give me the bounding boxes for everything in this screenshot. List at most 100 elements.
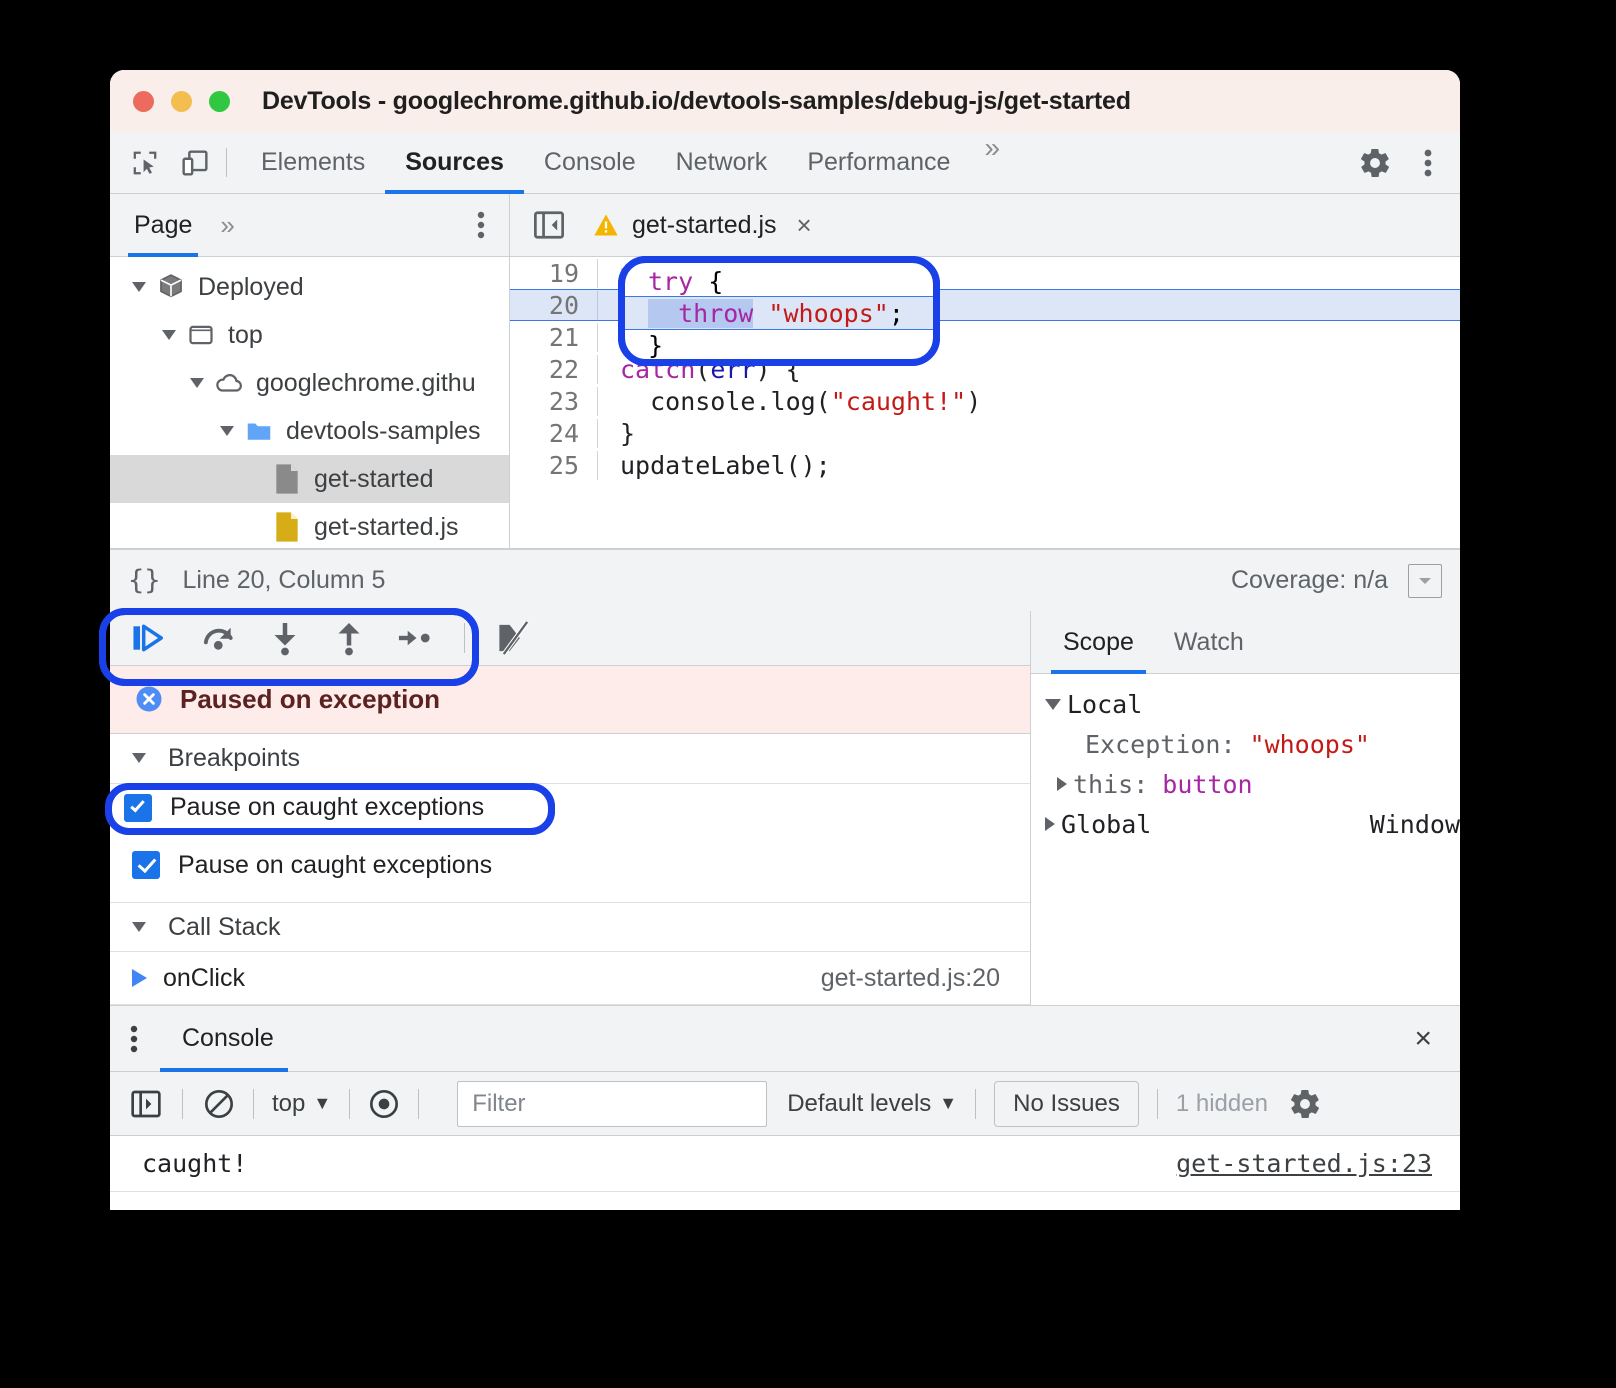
sources-upper-split: Page » Deployed top googlechrome.githu d… [110,194,1460,549]
console-filter-input[interactable]: Filter [457,1080,768,1127]
navigator-kebab-icon[interactable] [477,210,485,240]
close-icon[interactable]: × [797,210,812,241]
scope-row-exception[interactable]: Exception: "whoops" [1031,724,1460,764]
close-window-button[interactable] [133,90,154,112]
chevron-down-icon[interactable] [162,330,176,340]
console-log-levels-selector[interactable]: Default levels ▼ [787,1090,957,1118]
code-line: 23 console.log("caught!") [510,385,1460,417]
editor-status-bar: {} Line 20, Column 5 Coverage: n/a [110,549,1460,611]
step-icon[interactable] [396,620,434,656]
pause-on-caught-exceptions-checkbox[interactable] [132,851,160,880]
line-number: 23 [510,386,598,416]
minimize-window-button[interactable] [171,90,192,112]
pretty-print-icon[interactable]: {} [128,565,161,596]
scope-row-local[interactable]: Local [1031,684,1460,724]
call-stack-section-header[interactable]: Call Stack [110,902,1030,953]
console-toolbar-divider [253,1088,254,1119]
close-drawer-icon[interactable]: × [1414,1022,1432,1056]
debugger-toolbar [110,611,1030,666]
chevron-right-icon[interactable] [1045,817,1055,831]
tree-item-googlechrome-github-io[interactable]: googlechrome.githu [110,359,509,407]
navigator-more-chevron-icon[interactable]: » [220,210,234,241]
chevron-down-icon[interactable] [190,378,204,388]
cursor-position-label: Line 20, Column 5 [182,566,386,594]
step-out-of-current-function-icon[interactable] [332,620,366,656]
pause-on-uncaught-exceptions-row[interactable]: Pause on uncaught exceptions [110,792,1030,841]
chevron-down-icon[interactable] [1408,563,1442,598]
prompt-chevron-icon: ❯ [136,1205,152,1210]
tab-performance[interactable]: Performance [787,132,970,193]
line-content: try { [620,258,696,288]
console-settings-gear-icon[interactable] [1288,1087,1322,1121]
traffic-lights [133,90,230,112]
scope-row-this[interactable]: this: button [1031,764,1460,804]
show-navigator-icon[interactable] [532,210,566,240]
paused-on-exception-banner: Paused on exception [110,665,1030,735]
console-message-source-link[interactable]: get-started.js:23 [1176,1149,1432,1178]
step-over-next-function-call-icon[interactable] [200,620,238,656]
chevron-right-icon[interactable] [1057,777,1067,791]
chevron-down-icon[interactable] [132,922,146,933]
clear-console-icon[interactable] [203,1088,235,1120]
editor-tabbar: get-started.js × [510,194,1460,257]
console-drawer: Console × top ▼ Filter Default levels ▼ … [110,1006,1460,1210]
inspect-toolbar [110,132,212,193]
call-stack-frame-onclick[interactable]: onClick get-started.js:20 [110,952,1030,1006]
line-content: catch(err) { [620,354,801,384]
console-context-selector[interactable]: top ▼ [272,1090,331,1118]
drawer-kebab-icon[interactable] [130,1024,138,1054]
code-line: 25 updateLabel(); [510,449,1460,481]
show-console-sidebar-icon[interactable] [130,1089,162,1119]
code-viewer[interactable]: 19 try { 20 throw "whoops"; 21 } 22 catc… [510,257,1460,548]
resume-script-execution-icon[interactable] [132,620,170,656]
more-tabs-chevron-icon[interactable]: » [970,132,1014,193]
toolbar-divider [226,148,227,177]
tree-item-deployed[interactable]: Deployed [110,263,509,311]
pause-on-uncaught-exceptions-checkbox[interactable] [132,802,160,831]
tab-network[interactable]: Network [656,132,788,193]
drawer-tab-console[interactable]: Console [160,1006,296,1072]
console-message-row[interactable]: caught! get-started.js:23 [110,1136,1460,1192]
chevron-down-icon[interactable] [132,753,146,764]
inspect-element-icon[interactable] [128,146,162,180]
chevron-down-icon: ▼ [939,1093,958,1113]
console-toolbar-divider [975,1088,977,1119]
step-into-next-function-call-icon[interactable] [268,620,302,656]
deactivate-breakpoints-icon[interactable] [495,620,533,656]
scope-row-value: button [1162,769,1253,799]
toggle-device-toolbar-icon[interactable] [178,146,212,180]
tab-watch[interactable]: Watch [1154,611,1264,673]
editor-tab-get-started-js[interactable]: get-started.js × [592,210,812,241]
line-number: 19 [510,258,598,288]
tab-console[interactable]: Console [524,132,656,193]
tree-item-get-started[interactable]: get-started [110,455,509,503]
tree-item-devtools-samples[interactable]: devtools-samples [110,407,509,455]
issues-button[interactable]: No Issues [994,1080,1139,1127]
tree-item-get-started-js[interactable]: get-started.js [110,503,509,548]
tab-elements[interactable]: Elements [241,132,385,193]
hidden-messages-count: 1 hidden [1175,1089,1268,1117]
cloud-icon [214,368,244,398]
tab-sources[interactable]: Sources [385,132,524,194]
pause-on-caught-exceptions-row[interactable]: Pause on caught exceptions [110,841,1030,890]
chevron-down-icon[interactable] [220,426,234,436]
scope-row-global[interactable]: Global Window [1031,804,1460,844]
debugger-toolbar-divider [464,622,465,653]
chevron-down-icon[interactable] [1045,698,1061,710]
line-number: 21 [510,322,598,352]
breakpoints-section-header[interactable]: Breakpoints [110,734,1030,784]
tab-scope[interactable]: Scope [1043,611,1154,674]
chevron-down-icon[interactable] [132,282,146,292]
tree-item-label: Deployed [198,272,304,301]
main-menu-kebab-icon[interactable] [1410,147,1446,179]
maximize-window-button[interactable] [209,90,230,112]
navigator-tab-page[interactable]: Page [110,194,199,257]
main-tabbar: Elements Sources Console Network Perform… [110,132,1460,194]
tree-item-top[interactable]: top [110,311,509,359]
tree-item-label: top [228,320,263,349]
tree-item-label: googlechrome.githu [256,368,476,397]
console-prompt[interactable]: ❯ [110,1192,1460,1210]
debugger-split: Paused on exception Breakpoints Pause on… [110,611,1460,1006]
gear-icon[interactable] [1346,146,1404,180]
live-expression-icon[interactable] [368,1088,400,1120]
